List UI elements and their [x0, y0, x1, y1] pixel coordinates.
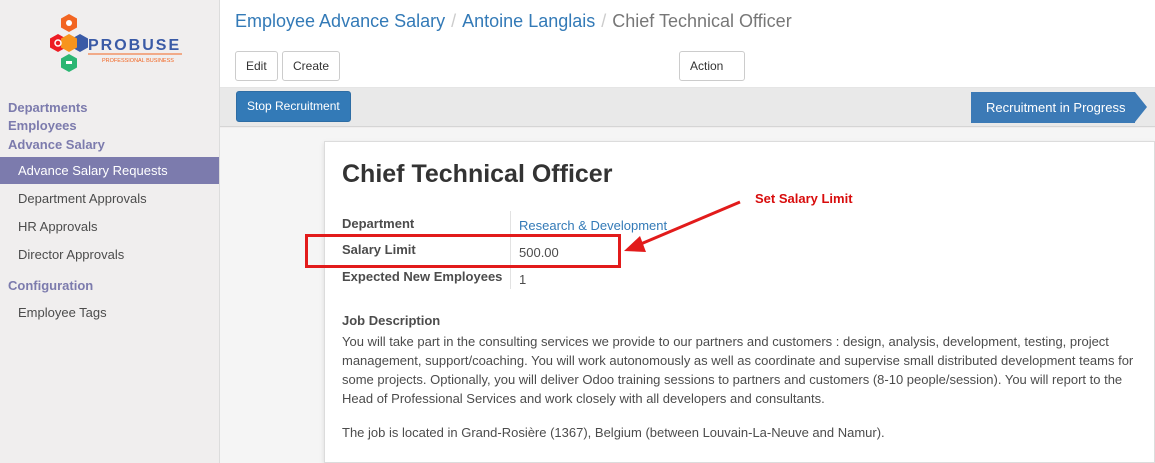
control-panel: Employee Advance Salary / Antoine Langlais…: [220, 0, 1155, 97]
menu-section-advance-salary[interactable]: Advance Salary: [8, 137, 105, 152]
breadcrumb-employee-advance-salary[interactable]: Employee Advance Salary: [235, 11, 445, 31]
brand-tagline: PROFESSIONAL BUSINESS: [102, 58, 174, 64]
edit-button[interactable]: Edit: [235, 51, 278, 81]
menu-section-employees[interactable]: Employees: [8, 118, 77, 133]
breadcrumb-separator: /: [451, 11, 457, 31]
sidebar: PROBUSE PROFESSIONAL BUSINESS Department…: [0, 0, 220, 463]
action-dropdown[interactable]: Action: [679, 51, 745, 97]
stage-recruitment-in-progress[interactable]: Recruitment in Progress: [971, 92, 1135, 123]
stop-recruitment-button[interactable]: Stop Recruitment: [236, 91, 351, 122]
create-button[interactable]: Create: [282, 51, 341, 81]
menu-item-director-approvals[interactable]: Director Approvals: [0, 241, 219, 268]
job-description-text: You will take part in the consulting ser…: [342, 334, 1134, 406]
menu-item-employee-tags[interactable]: Employee Tags: [0, 299, 219, 326]
job-description-title: Job Description: [342, 313, 441, 328]
form-sheet: Chief Technical Officer Department Resea…: [324, 141, 1155, 463]
menu-section-departments[interactable]: Departments: [8, 100, 87, 115]
statusbar: Stop Recruitment Recruitment in Progress: [220, 88, 1155, 127]
breadcrumb-current: Chief Technical Officer: [612, 11, 792, 31]
stage-arrow-icon: [1135, 92, 1147, 122]
job-location-text: The job is located in Grand-Rosière (136…: [342, 425, 885, 440]
probuse-logo[interactable]: PROBUSE PROFESSIONAL BUSINESS: [44, 12, 194, 87]
action-label: Action: [690, 59, 724, 73]
menu-item-hr-approvals[interactable]: HR Approvals: [0, 213, 219, 240]
department-label: Department: [342, 216, 415, 231]
annotation-label: Set Salary Limit: [755, 191, 853, 206]
annotation-highlight-box: [305, 234, 621, 268]
annotation-arrow-icon: [624, 200, 741, 252]
job-title: Chief Technical Officer: [342, 160, 613, 188]
breadcrumb-antoine-langlais[interactable]: Antoine Langlais: [462, 11, 595, 31]
breadcrumb: Employee Advance Salary / Antoine Langlais…: [235, 11, 792, 32]
expected-employees-label: Expected New Employees: [342, 269, 503, 284]
menu-section-configuration[interactable]: Configuration: [8, 278, 93, 293]
menu-item-advance-salary-requests[interactable]: Advance Salary Requests: [0, 157, 219, 184]
expected-employees-value: 1: [519, 272, 527, 287]
menu-item-department-approvals[interactable]: Department Approvals: [0, 185, 219, 212]
breadcrumb-separator: /: [601, 11, 607, 31]
brand-name: PROBUSE: [88, 37, 181, 54]
